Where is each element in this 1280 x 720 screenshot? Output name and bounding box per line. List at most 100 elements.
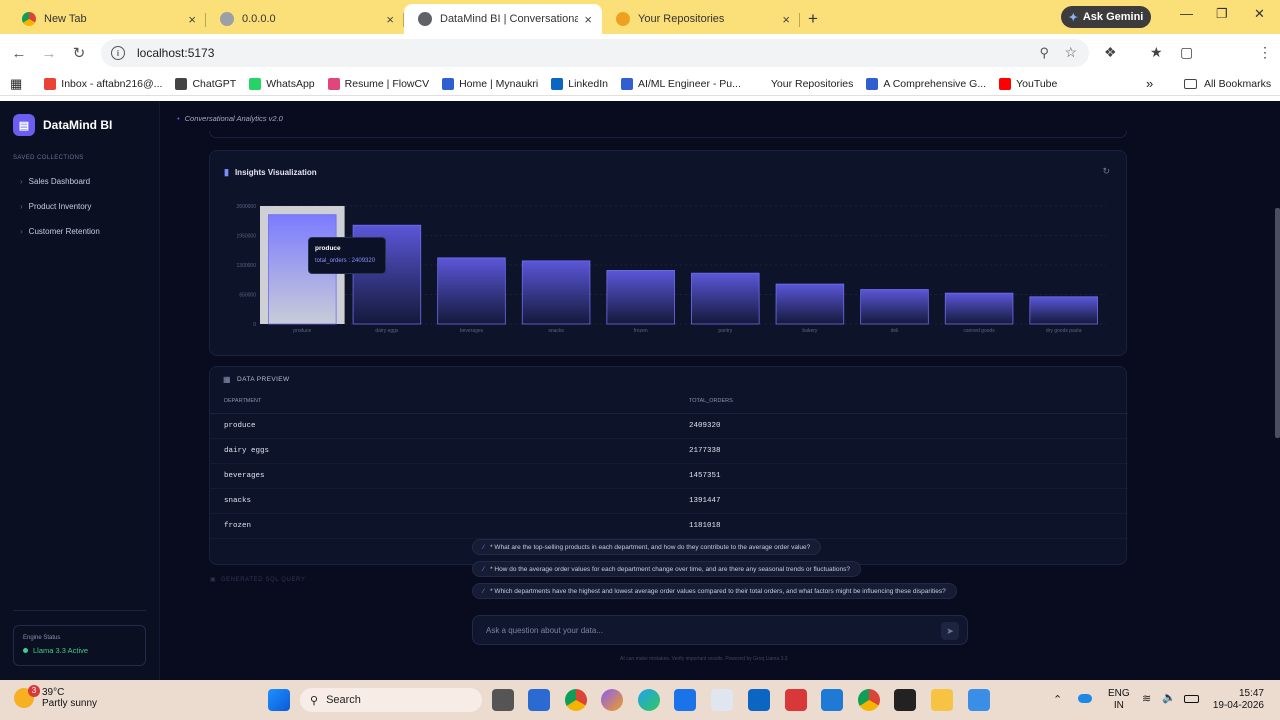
menu-icon[interactable]: ⋮: [1258, 44, 1272, 61]
forward-icon[interactable]: →: [34, 45, 64, 62]
bar-frozen[interactable]: [606, 269, 675, 325]
copilot-icon[interactable]: [601, 689, 623, 711]
zoom-icon[interactable]: ⚲: [1039, 45, 1049, 61]
star-icon[interactable]: ☆: [1064, 44, 1077, 61]
browser-tab-active[interactable]: DataMind BI | Conversational In ×: [404, 4, 602, 34]
windows-start-icon[interactable]: [268, 689, 290, 711]
close-window-icon[interactable]: ✕: [1254, 6, 1265, 22]
cell-department: beverages: [210, 463, 689, 489]
sql-toggle-label: GENERATED SQL QUERY: [220, 577, 306, 583]
close-icon[interactable]: ×: [584, 12, 592, 27]
bookmark-item[interactable]: Inbox - aftabn216@...: [44, 77, 162, 90]
browser-tab[interactable]: 0.0.0.0 ×: [206, 4, 404, 34]
clock[interactable]: 15:47 19-04-2026: [1206, 688, 1264, 712]
generated-sql-toggle[interactable]: ▣ GENERATED SQL QUERY: [210, 576, 305, 583]
suggestion-chip[interactable]: ∕ * Which departments have the highest an…: [472, 583, 957, 599]
edge-icon[interactable]: [638, 689, 660, 711]
back-icon[interactable]: ←: [4, 45, 34, 62]
browser-tab[interactable]: Your Repositories ×: [602, 4, 800, 34]
chrome-taskbar-icon[interactable]: [565, 689, 587, 711]
minimize-icon[interactable]: —: [1180, 6, 1193, 21]
extensions-icon[interactable]: ❖: [1104, 44, 1117, 61]
ask-gemini-button[interactable]: ✦ Ask Gemini: [1061, 6, 1151, 28]
task-view-icon[interactable]: [492, 689, 514, 711]
tab-search-icon[interactable]: ▢: [1180, 44, 1193, 61]
onedrive-icon[interactable]: [1078, 694, 1092, 703]
bookmark-favicon-icon: [44, 77, 57, 90]
suggestion-chip[interactable]: ∕ * How do the average order values for e…: [472, 561, 861, 577]
sidebar-item-sales-dashboard[interactable]: › Sales Dashboard: [20, 177, 90, 186]
bookmarks-icon[interactable]: ★: [1150, 44, 1163, 61]
notepad-icon[interactable]: [711, 689, 733, 711]
bar-dry-goods-pasta[interactable]: [1029, 296, 1098, 325]
battery-icon[interactable]: [1184, 695, 1199, 703]
vscode-icon[interactable]: [821, 689, 843, 711]
sidebar-divider: [13, 610, 146, 611]
send-icon[interactable]: ➤: [941, 622, 959, 640]
suggestion-chip[interactable]: ∕ * What are the top-selling products in …: [472, 539, 822, 555]
language-indicator[interactable]: ENG IN: [1108, 688, 1130, 712]
address-bar[interactable]: i localhost:5173 ⚲ ☆: [101, 39, 1089, 67]
browser-toolbar: ← → ↻ i localhost:5173 ⚲ ☆ ❖ ★ ▢ ⋮: [0, 34, 1280, 95]
bookmark-item[interactable]: A Comprehensive G...: [866, 77, 986, 90]
bookmark-item[interactable]: AI/ML Engineer - Pu...: [620, 77, 741, 90]
lang-top: ENG: [1108, 688, 1130, 699]
bookmark-item[interactable]: Home | Mynaukri: [442, 77, 538, 90]
x-tick-label: dry goods pasta: [1046, 328, 1082, 334]
all-bookmarks[interactable]: All Bookmarks: [1184, 78, 1271, 90]
data-preview-card: ▦ DATA PREVIEW DEPARTMENT TOTAL_ORDERS p…: [209, 366, 1128, 565]
sidebar-item-customer-retention[interactable]: › Customer Retention: [20, 227, 100, 236]
suggestion-text: * Which departments have the highest and…: [490, 587, 946, 595]
chevron-up-icon[interactable]: ⌃: [1053, 693, 1062, 706]
bar-pantry[interactable]: [691, 272, 760, 325]
weather-widget[interactable]: 3 39°C Partly sunny: [14, 685, 97, 709]
app-logo[interactable]: ▤ DataMind BI: [13, 114, 112, 136]
x-tick-label: frozen: [634, 328, 648, 334]
terminal-icon[interactable]: [894, 689, 916, 711]
restore-icon[interactable]: ❐: [1216, 6, 1228, 22]
bar-snacks[interactable]: [521, 260, 591, 325]
bar-canned-goods[interactable]: [944, 292, 1014, 325]
file-explorer-icon[interactable]: [931, 689, 953, 711]
close-icon[interactable]: ×: [386, 12, 394, 27]
close-icon[interactable]: ×: [188, 12, 196, 27]
datamind-app: ▤ DataMind BI SAVED COLLECTIONS › Sales D…: [0, 101, 1280, 680]
chrome-active-icon[interactable]: [858, 689, 880, 711]
bookmark-item[interactable]: WhatsApp: [249, 77, 315, 90]
x-tick-label: pantry: [718, 328, 732, 334]
bookmark-favicon-icon: [249, 77, 262, 90]
tooltip-value: total_orders : 2409320: [315, 258, 376, 264]
site-info-icon[interactable]: i: [111, 46, 125, 60]
taskbar-search[interactable]: ⚲ Search: [300, 688, 482, 712]
store-icon[interactable]: [528, 689, 550, 711]
bookmark-item[interactable]: Resume | FlowCV: [327, 77, 429, 90]
close-icon[interactable]: ×: [782, 12, 790, 27]
new-tab-button[interactable]: +: [800, 6, 826, 32]
reload-icon[interactable]: ↻: [64, 44, 94, 62]
column-header-total-orders: TOTAL_ORDERS: [689, 389, 1128, 414]
browser-tab[interactable]: New Tab ×: [8, 4, 206, 34]
bookmark-item[interactable]: ChatGPT: [175, 77, 236, 90]
all-bookmarks-label: All Bookmarks: [1204, 77, 1272, 90]
engine-status-text: Llama 3.3 Active: [33, 646, 89, 655]
clock-time: 15:47: [1238, 688, 1264, 699]
bar-bakery[interactable]: [775, 283, 845, 325]
bar-deli[interactable]: [860, 289, 929, 325]
linkedin-taskbar-icon[interactable]: [748, 689, 770, 711]
more-bookmarks-icon[interactable]: »: [1146, 76, 1153, 91]
wifi-icon[interactable]: ≋: [1142, 692, 1151, 705]
bookmark-item[interactable]: YouTube: [999, 77, 1057, 90]
volume-icon[interactable]: 🔈: [1162, 691, 1176, 704]
page-scrollbar[interactable]: [1275, 208, 1280, 438]
notes-icon[interactable]: [968, 689, 990, 711]
wps-icon[interactable]: [785, 689, 807, 711]
sidebar-item-product-inventory[interactable]: › Product Inventory: [20, 202, 91, 211]
cell-total-orders: 1181018: [689, 513, 1128, 539]
apps-icon[interactable]: ▦: [10, 76, 22, 92]
bookmark-item[interactable]: Your Repositories: [753, 77, 853, 90]
bookmark-item[interactable]: LinkedIn: [551, 77, 608, 90]
ask-input[interactable]: Ask a question about your data... ➤: [472, 615, 968, 645]
outlook-icon[interactable]: [674, 689, 696, 711]
bar-beverages[interactable]: [437, 257, 506, 325]
bookmark-favicon-icon: [999, 77, 1012, 90]
